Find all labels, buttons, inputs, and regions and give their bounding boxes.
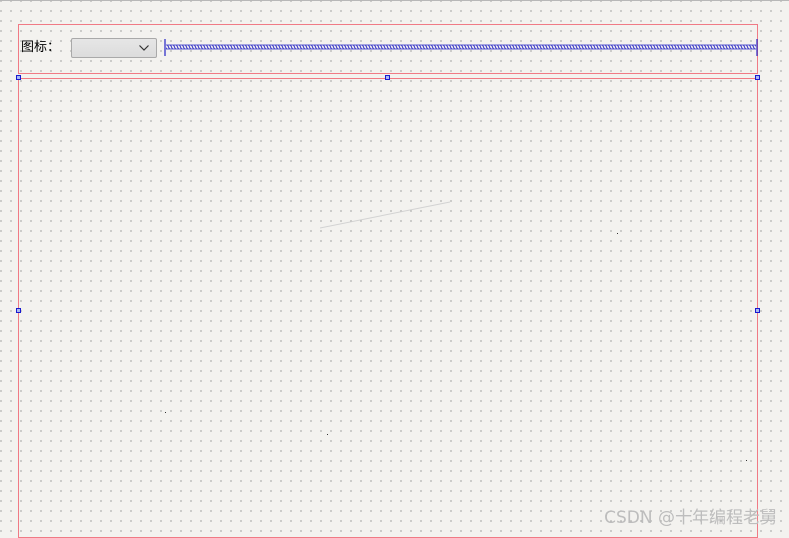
canvas-speck — [746, 460, 747, 461]
selection-handle-top-center[interactable] — [385, 75, 390, 80]
horizontal-spacer[interactable] — [164, 38, 758, 57]
selection-handle-middle-left[interactable] — [16, 308, 21, 313]
selection-handle-middle-right[interactable] — [755, 308, 760, 313]
icon-combobox[interactable] — [71, 38, 157, 58]
icon-label: 图标： — [21, 40, 61, 55]
canvas-speck — [617, 233, 618, 234]
canvas-speck — [165, 412, 166, 413]
window-top-border — [0, 0, 789, 1]
selection-handle-top-left[interactable] — [16, 75, 21, 80]
chevron-down-icon — [139, 45, 149, 51]
watermark: CSDN @十年编程老舅 — [604, 508, 777, 528]
faint-line-artifact — [320, 201, 451, 229]
selection-handle-top-right[interactable] — [755, 75, 760, 80]
spring-icon — [164, 39, 758, 56]
main-layout-area[interactable] — [18, 78, 758, 538]
canvas-speck — [327, 434, 328, 435]
